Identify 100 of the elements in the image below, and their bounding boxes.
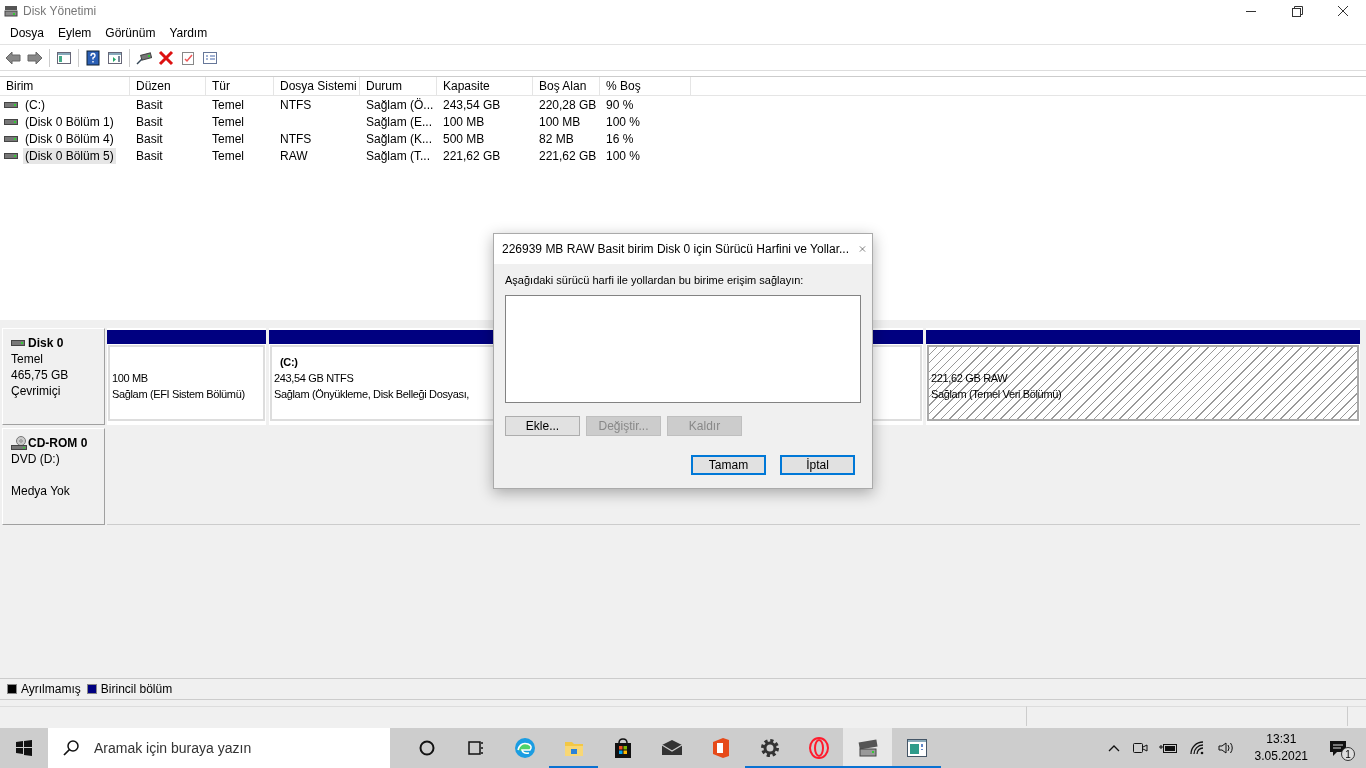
column-header[interactable]: Kapasite: [437, 77, 533, 95]
legend-label: Birincil bölüm: [100, 682, 173, 696]
table-cell: Sağlam (E...: [366, 114, 433, 129]
table-cell: Temel: [212, 131, 244, 146]
battery-icon[interactable]: [1158, 741, 1179, 755]
table-cell: 82 MB: [539, 131, 574, 146]
table-cell: Sağlam (T...: [366, 148, 431, 163]
drive-icon: [4, 116, 18, 127]
volume-name[interactable]: (C:): [23, 96, 47, 113]
dialog-button[interactable]: Tamam: [691, 455, 766, 475]
table-cell: Temel: [212, 114, 244, 129]
partition-status: Sağlam (Önyükleme, Disk Belleği Dosyası,: [274, 387, 471, 402]
column-header[interactable]: Birim: [0, 77, 130, 95]
table-cell: 16 %: [606, 131, 634, 146]
column-header[interactable]: Dosya Sistemi: [274, 77, 360, 95]
volume-name[interactable]: (Disk 0 Bölüm 1): [23, 113, 116, 130]
disk-name: CD-ROM 0: [28, 435, 88, 451]
notification-count: 1: [1341, 747, 1355, 761]
partition-label: (C:): [279, 355, 299, 370]
console-tree-icon[interactable]: [56, 49, 72, 66]
volume-name[interactable]: (Disk 0 Bölüm 4): [23, 130, 116, 147]
table-cell: 221,62 GB: [443, 148, 501, 163]
delete-icon[interactable]: [158, 49, 174, 66]
search-placeholder: Aramak için buraya yazın: [94, 740, 252, 756]
windows-logo-icon[interactable]: [16, 740, 32, 756]
table-cell: Basit: [136, 131, 163, 146]
dialog-button[interactable]: İptal: [780, 455, 855, 475]
table-cell: 500 MB: [443, 131, 485, 146]
path-list[interactable]: [505, 295, 861, 403]
volume-name[interactable]: (Disk 0 Bölüm 5): [23, 147, 116, 164]
menu-item[interactable]: Görünüm: [98, 26, 163, 40]
table-cell: 220,28 GB: [539, 97, 597, 112]
menu-item[interactable]: Eylem: [51, 26, 99, 40]
browser-icon: [512, 736, 537, 760]
disk-size: 465,75 GB: [11, 367, 70, 383]
menu-item[interactable]: Dosya: [3, 26, 51, 40]
table-cell: Sağlam (Ö...: [366, 97, 434, 112]
clock-time: 13:31: [1266, 731, 1297, 748]
table-cell: Basit: [136, 97, 163, 112]
disk-status: Medya Yok: [11, 483, 71, 499]
disk-info-panel[interactable]: CD-ROM 0 DVD (D:) Medya Yok: [2, 428, 105, 525]
partition-status: Sağlam (Temel Veri Bölümü): [931, 387, 1063, 402]
clock[interactable]: 13:31 3.05.2021: [1254, 731, 1308, 765]
table-cell: 100 MB: [443, 114, 485, 129]
table-cell: Basit: [136, 148, 163, 163]
table-cell: Temel: [212, 97, 244, 112]
taskbar-button[interactable]: [843, 728, 892, 768]
partition-block[interactable]: 221,62 GB RAW Sağlam (Temel Veri Bölümü): [927, 345, 1359, 421]
action-pane-icon[interactable]: [107, 49, 123, 66]
search-icon: [62, 739, 80, 757]
table-cell: NTFS: [280, 97, 312, 112]
table-cell: Sağlam (K...: [366, 131, 433, 146]
cd-drive-icon: [11, 436, 27, 450]
drive-connect-icon[interactable]: [136, 49, 152, 66]
list-icon[interactable]: [202, 49, 218, 66]
dialog-button[interactable]: Ekle...: [505, 416, 580, 436]
drive-icon: [4, 133, 18, 144]
table-cell: Temel: [212, 148, 244, 163]
table-cell: 100 %: [606, 148, 641, 163]
app-icon: [4, 4, 18, 18]
table-cell: NTFS: [280, 131, 312, 146]
legend-label: Ayrılmamış: [21, 682, 81, 696]
menu-item[interactable]: Yardım: [162, 26, 215, 40]
column-header[interactable]: % Boş: [600, 77, 691, 95]
table-cell: 90 %: [606, 97, 634, 112]
forward-arrow-icon[interactable]: [27, 49, 43, 66]
partition-size: 221,62 GB RAW: [931, 371, 1009, 386]
disk-type: Temel: [11, 351, 44, 367]
table-cell: 100 MB: [539, 114, 581, 129]
disk-name: Disk 0: [28, 335, 64, 351]
partition-size: 100 MB: [112, 371, 149, 386]
table-cell: RAW: [280, 148, 308, 163]
column-header[interactable]: Durum: [360, 77, 437, 95]
partition-status: Sağlam (EFI Sistem Bölümü): [112, 387, 246, 402]
partition-size: 243,54 GB NTFS: [274, 371, 355, 386]
back-arrow-icon[interactable]: [5, 49, 21, 66]
table-cell: 221,62 GB: [539, 148, 597, 163]
table-cell: 243,54 GB: [443, 97, 501, 112]
dialog-instruction: Aşağıdaki sürücü harfi ile yollardan bu birime erişim sağlayın:: [505, 274, 805, 288]
clock-date: 3.05.2021: [1254, 748, 1308, 765]
app-window-icon: [904, 736, 929, 760]
partition-block[interactable]: 100 MB Sağlam (EFI Sistem Bölümü): [108, 345, 265, 421]
ring-icon: [806, 736, 831, 760]
table-cell: Basit: [136, 114, 163, 129]
speaker-icon[interactable]: [1216, 740, 1235, 756]
drive-icon: [4, 150, 18, 161]
search-field[interactable]: Aramak için buraya yazın: [48, 728, 390, 768]
camera-icon[interactable]: [1130, 740, 1149, 756]
disk-type: DVD (D:): [11, 451, 61, 467]
drive-icon: [4, 99, 18, 110]
properties-icon[interactable]: [180, 49, 196, 66]
column-header[interactable]: Düzen: [130, 77, 206, 95]
table-cell: 100 %: [606, 114, 641, 129]
disk-info-panel[interactable]: Disk 0 Temel 465,75 GB Çevrimiçi: [2, 328, 105, 425]
dialog-title: 226939 MB RAW Basit birim Disk 0 için Sürücü Harfini ve Yollar...: [502, 242, 850, 256]
disk-status: Çevrimiçi: [11, 383, 62, 399]
help-icon[interactable]: [85, 49, 101, 66]
column-header[interactable]: Tür: [206, 77, 274, 95]
column-header[interactable]: Boş Alan: [533, 77, 600, 95]
window-title: Disk Yönetimi: [23, 4, 98, 18]
